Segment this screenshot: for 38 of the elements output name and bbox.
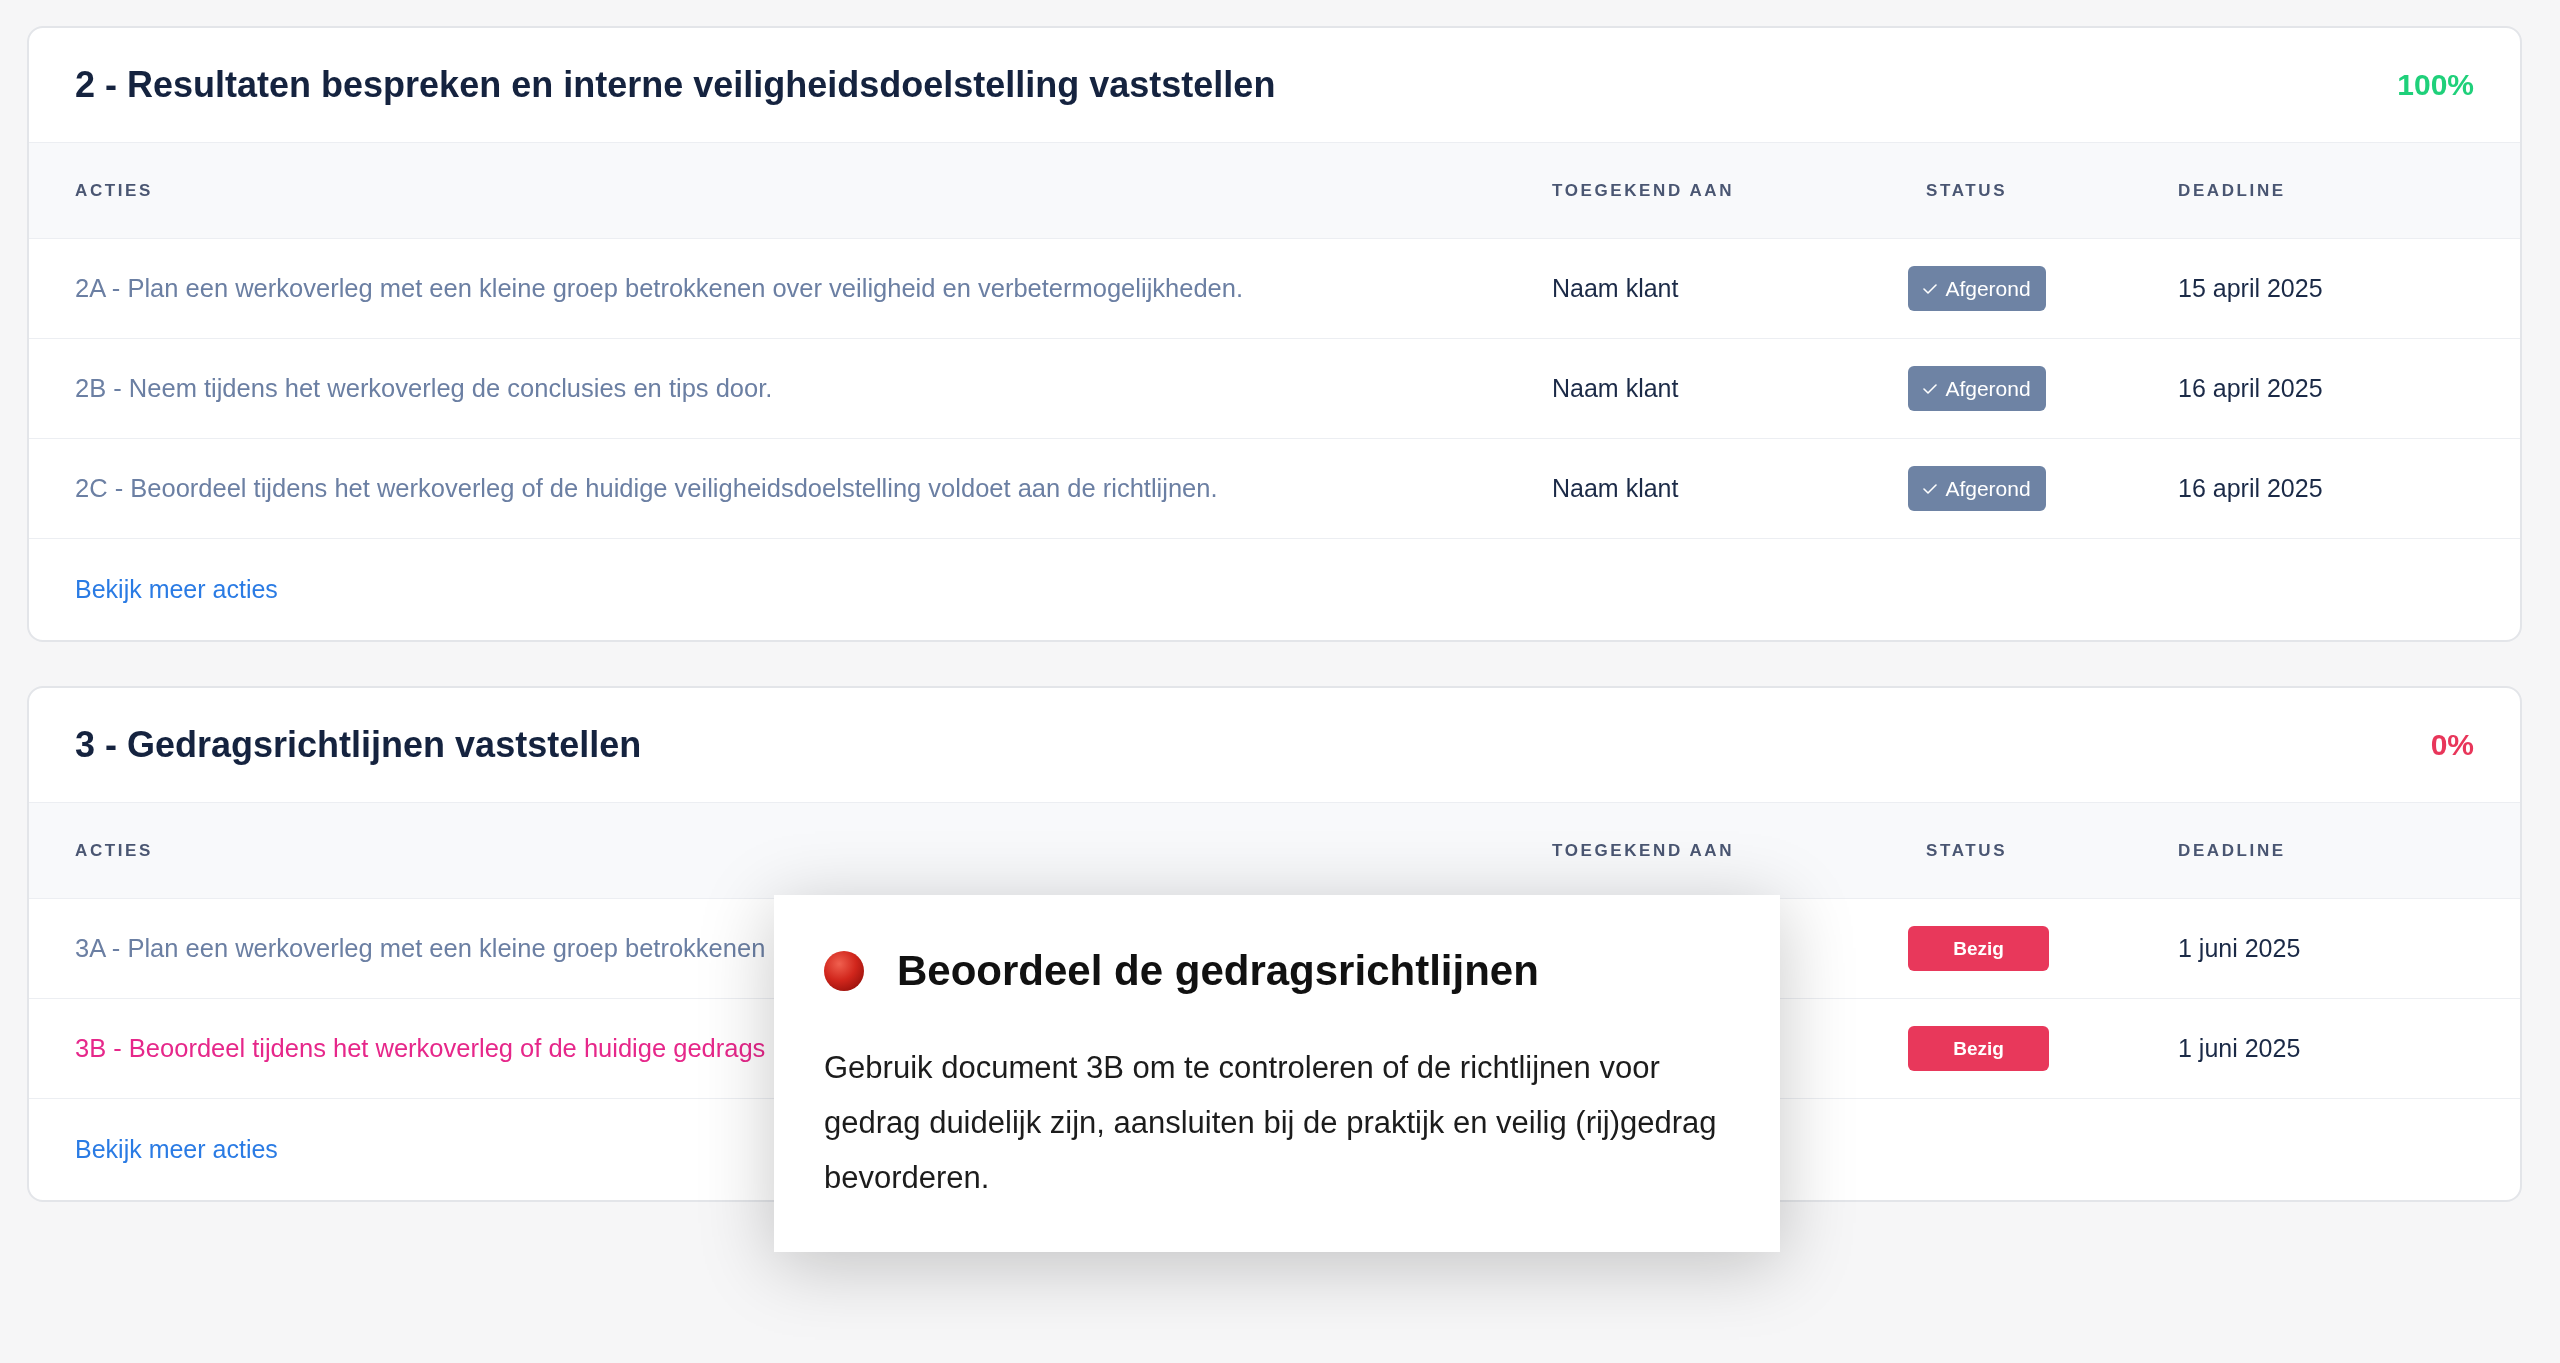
status-badge: Afgerond bbox=[1908, 266, 2046, 311]
status-badge: Bezig bbox=[1908, 926, 2049, 971]
check-icon bbox=[1923, 283, 1938, 294]
deadline-date: 1 juni 2025 bbox=[2178, 1034, 2301, 1063]
deadline-date: 16 april 2025 bbox=[2178, 374, 2323, 403]
popup-title: Beoordeel de gedragsrichtlijnen bbox=[897, 947, 1539, 995]
check-icon bbox=[1923, 383, 1938, 394]
action-link[interactable]: 3B - Beoordeel tijdens het werkoverleg of de huidige gedrags bbox=[75, 1034, 766, 1063]
check-icon bbox=[1923, 483, 1938, 494]
column-header: STATUS bbox=[1926, 840, 2008, 861]
column-header: DEADLINE bbox=[2178, 180, 2286, 201]
assignee-name: Naam klant bbox=[1552, 274, 1679, 303]
progress-percentage: 100% bbox=[2397, 68, 2474, 102]
column-header: ACTIES bbox=[75, 840, 153, 861]
deadline-date: 16 april 2025 bbox=[2178, 474, 2323, 503]
progress-percentage: 0% bbox=[2430, 728, 2474, 762]
deadline-date: 1 juni 2025 bbox=[2178, 934, 2301, 963]
circle-icon bbox=[824, 951, 864, 991]
section-title: 2 - Resultaten bespreken en interne veiligheidsdoelstelling vaststellen bbox=[75, 64, 1276, 106]
section-title: 3 - Gedragsrichtlijnen vaststellen bbox=[75, 724, 642, 766]
action-link[interactable]: 2A - Plan een werkoverleg met een kleine groep betrokkenen over veiligheid en verbetermogelijkheden. bbox=[75, 274, 1244, 303]
assignee-name: Naam klant bbox=[1552, 474, 1679, 503]
action-link[interactable]: 2B - Neem tijdens het werkoverleg de conclusies en tips door. bbox=[75, 374, 773, 403]
status-badge: Bezig bbox=[1908, 1026, 2049, 1071]
more-actions-link[interactable]: Bekijk meer acties bbox=[75, 575, 278, 604]
action-link[interactable]: 3A - Plan een werkoverleg met een kleine groep betrokkenen bbox=[75, 934, 766, 963]
popup-text: Gebruik document 3B om te controleren of de richtlijnen voor gedrag duidelijk zijn, aansluiten bij de praktijk en veilig (rij)gedrag bevorderen. bbox=[824, 1049, 1718, 1197]
deadline-date: 15 april 2025 bbox=[2178, 274, 2323, 303]
action-link[interactable]: 2C - Beoordeel tijdens het werkoverleg of de huidige veiligheidsdoelstelling voldoet aan de richtlijnen. bbox=[75, 474, 1218, 503]
column-header: STATUS bbox=[1926, 180, 2008, 201]
column-header: DEADLINE bbox=[2178, 840, 2286, 861]
more-actions-link[interactable]: Bekijk meer acties bbox=[75, 1135, 278, 1164]
status-badge: Afgerond bbox=[1908, 366, 2046, 411]
column-header: ACTIES bbox=[75, 180, 153, 201]
column-header: TOEGEKEND AAN bbox=[1552, 180, 1735, 201]
assignee-name: Naam klant bbox=[1552, 374, 1679, 403]
status-badge: Afgerond bbox=[1908, 466, 2046, 511]
column-header: TOEGEKEND AAN bbox=[1552, 840, 1735, 861]
